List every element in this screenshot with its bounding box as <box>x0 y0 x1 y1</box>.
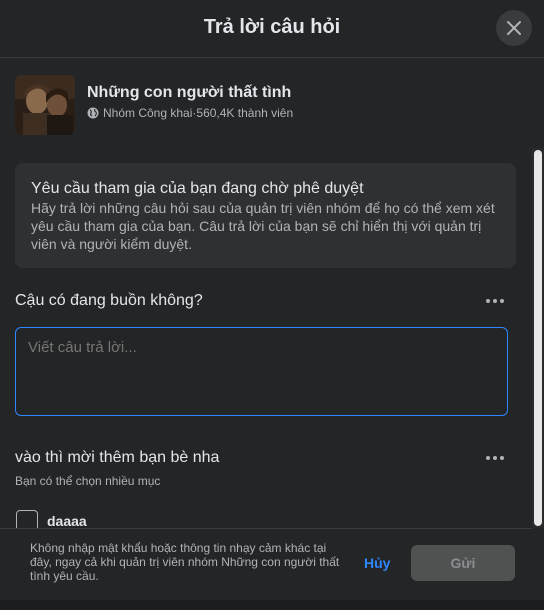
submit-button[interactable]: Gửi <box>411 545 515 581</box>
group-meta: Những con người thất tình Nhóm Công khai… <box>87 84 293 120</box>
question-2-hint: Bạn có thể chọn nhiều mục <box>15 474 161 488</box>
notice-body: Hãy trả lời những câu hỏi sau của quản t… <box>31 200 495 252</box>
question-1-text: Cậu có đang buồn không? <box>15 292 203 309</box>
cancel-button[interactable]: Hủy <box>364 555 390 571</box>
more-dots-icon <box>486 299 490 303</box>
question-2-more-button[interactable] <box>486 455 504 461</box>
option-label: daaaa <box>47 513 87 529</box>
more-dots-icon <box>486 456 490 460</box>
group-name[interactable]: Những con người thất tình <box>87 84 293 102</box>
dialog-title: Trả lời câu hỏi <box>203 16 341 38</box>
globe-icon <box>87 107 99 119</box>
notice-title: Yêu cầu tham gia của bạn đang chờ phê du… <box>31 180 364 197</box>
scrollbar-thumb[interactable] <box>534 150 542 526</box>
close-button[interactable] <box>496 10 532 46</box>
pending-notice: Yêu cầu tham gia của bạn đang chờ phê du… <box>15 163 516 268</box>
group-privacy: Nhóm Công khai <box>103 106 193 120</box>
dialog-header: Trả lời câu hỏi <box>0 0 544 58</box>
bottom-strip <box>0 600 544 610</box>
close-icon <box>507 21 521 35</box>
answer-questions-dialog: Trả lời câu hỏi Những con người thất tìn… <box>0 0 544 610</box>
group-cover-image[interactable] <box>15 75 75 135</box>
group-subtitle: Nhóm Công khai · 560,4K thành viên <box>87 106 293 120</box>
group-member-count: 560,4K thành viên <box>196 106 294 120</box>
dialog-footer: Không nhập mật khẩu hoặc thông tin nhạy … <box>0 528 532 600</box>
question-1-more-button[interactable] <box>486 298 504 304</box>
question-2-text: vào thì mời thêm bạn bè nha <box>15 449 220 466</box>
group-info: Những con người thất tình Nhóm Công khai… <box>15 75 293 135</box>
question-1-answer-input[interactable] <box>15 327 508 416</box>
privacy-warning: Không nhập mật khẩu hoặc thông tin nhạy … <box>30 541 340 583</box>
